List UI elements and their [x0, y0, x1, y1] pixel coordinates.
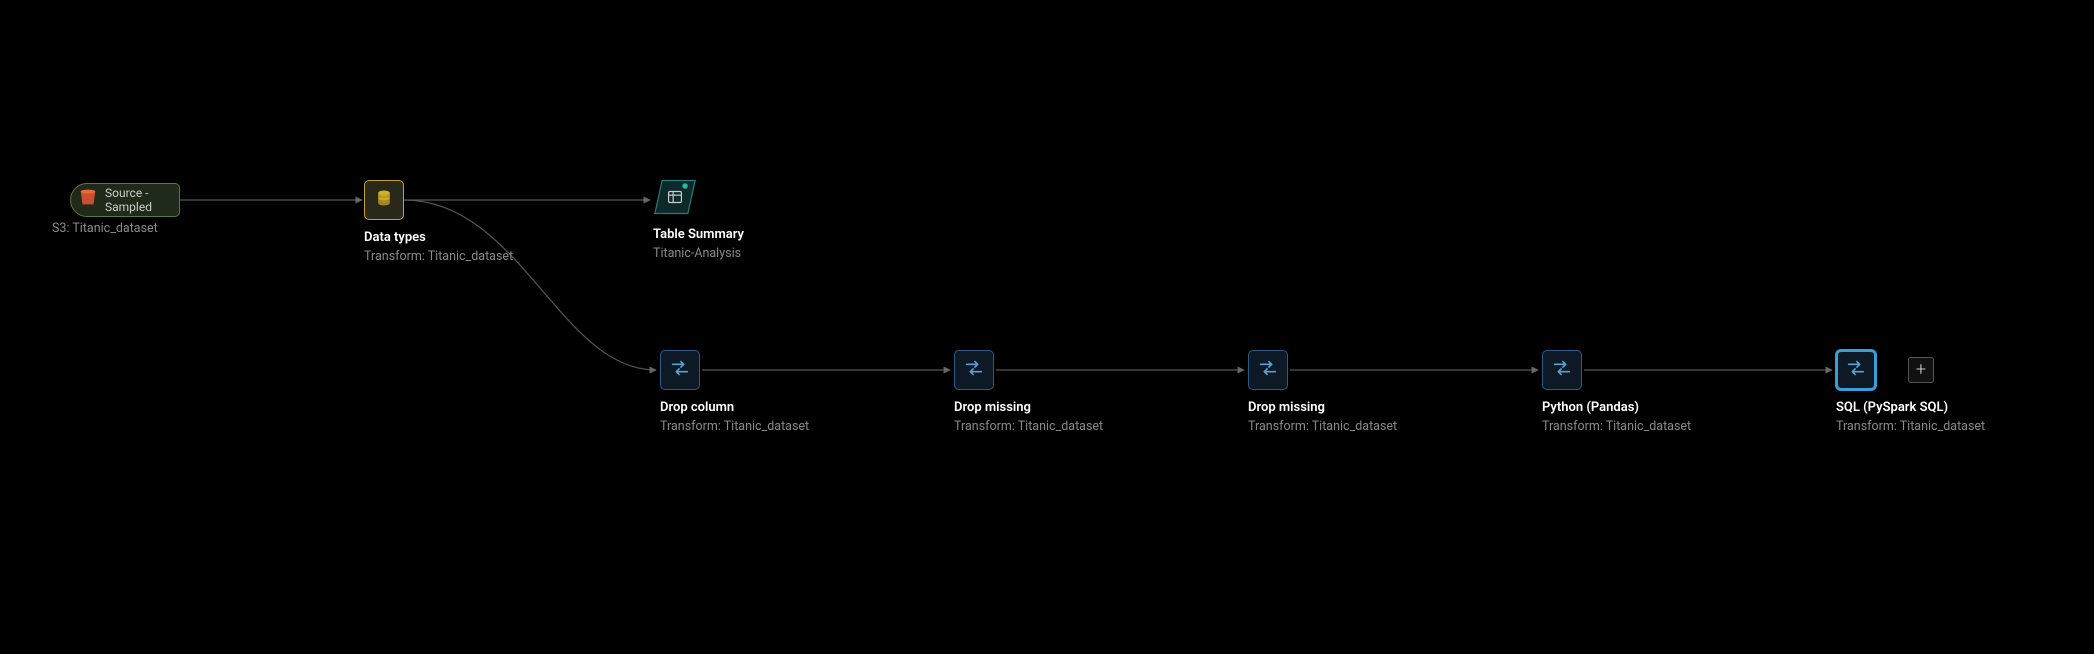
transform-icon — [1845, 357, 1867, 383]
node-source-label: Source - Sampled — [105, 186, 171, 215]
node-data-types-box[interactable] — [364, 180, 404, 220]
node-drop-missing-2-sub: Transform: Titanic_dataset — [1248, 419, 1397, 434]
node-drop-column-box[interactable] — [660, 350, 700, 390]
node-data-types-title: Data types — [364, 230, 513, 245]
node-drop-column-title: Drop column — [660, 400, 809, 415]
node-python-pandas-sub: Transform: Titanic_dataset — [1542, 419, 1691, 434]
node-table-summary-title: Table Summary — [653, 227, 744, 242]
summary-shape-icon — [653, 175, 697, 219]
database-icon — [374, 188, 394, 212]
plus-icon: + — [1916, 361, 1926, 379]
node-python-pandas-title: Python (Pandas) — [1542, 400, 1691, 415]
flow-canvas[interactable]: Source - Sampled S3: Titanic_dataset Dat… — [0, 0, 2094, 654]
node-drop-missing-2-title: Drop missing — [1248, 400, 1397, 415]
add-step-button[interactable]: + — [1908, 357, 1934, 383]
node-table-summary[interactable]: Table Summary Titanic-Analysis — [653, 177, 744, 261]
node-python-pandas-box[interactable] — [1542, 350, 1582, 390]
node-python-pandas[interactable]: Python (Pandas) Transform: Titanic_datas… — [1542, 350, 1691, 434]
node-data-types-sub: Transform: Titanic_dataset — [364, 249, 513, 264]
node-source[interactable]: Source - Sampled S3: Titanic_dataset — [70, 183, 180, 236]
node-data-types[interactable]: Data types Transform: Titanic_dataset — [364, 180, 513, 264]
node-drop-missing-1-box[interactable] — [954, 350, 994, 390]
flow-edges — [0, 0, 2094, 654]
node-drop-missing-1[interactable]: Drop missing Transform: Titanic_dataset — [954, 350, 1103, 434]
node-drop-missing-1-sub: Transform: Titanic_dataset — [954, 419, 1103, 434]
transform-icon — [963, 357, 985, 383]
transform-icon — [1551, 357, 1573, 383]
transform-icon — [669, 357, 691, 383]
node-drop-missing-2[interactable]: Drop missing Transform: Titanic_dataset — [1248, 350, 1397, 434]
node-drop-missing-2-box[interactable] — [1248, 350, 1288, 390]
node-sql-pyspark-sub: Transform: Titanic_dataset — [1836, 419, 1985, 434]
node-source-box[interactable]: Source - Sampled — [70, 183, 180, 217]
node-drop-column-sub: Transform: Titanic_dataset — [660, 419, 809, 434]
node-sql-pyspark-box[interactable] — [1836, 350, 1876, 390]
s3-bucket-icon — [77, 187, 99, 213]
transform-icon — [1257, 357, 1279, 383]
node-sql-pyspark-title: SQL (PySpark SQL) — [1836, 400, 1985, 415]
node-drop-missing-1-title: Drop missing — [954, 400, 1103, 415]
node-table-summary-box[interactable] — [653, 177, 697, 217]
node-drop-column[interactable]: Drop column Transform: Titanic_dataset — [660, 350, 809, 434]
node-table-summary-sub: Titanic-Analysis — [653, 246, 744, 261]
node-source-sub: S3: Titanic_dataset — [52, 221, 180, 236]
